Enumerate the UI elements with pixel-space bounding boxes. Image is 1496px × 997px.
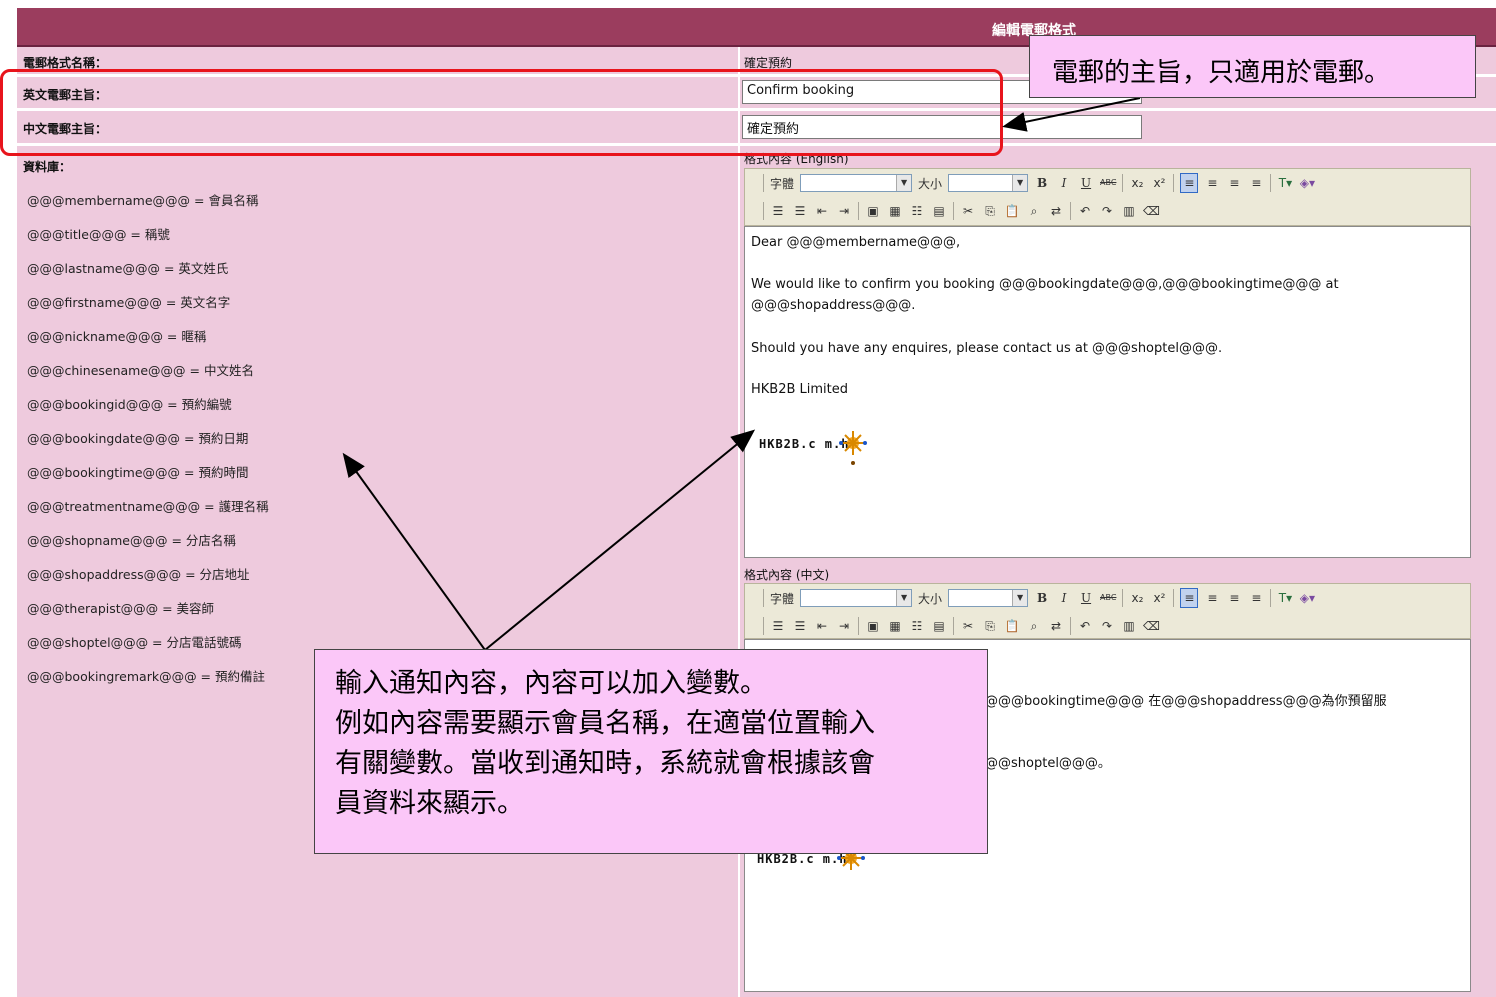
content-callout-line: 有關變數。當收到通知時，系統就會根據該會 <box>335 748 875 779</box>
content-callout-line: 例如內容需要顯示會員名稱，在適當位置輸入 <box>335 708 875 739</box>
subject-callout: 電郵的主旨，只適用於電郵。 <box>1029 35 1476 98</box>
content-callout: 輸入通知內容，內容可以加入變數。 例如內容需要顯示會員名稱，在適當位置輸入 有關… <box>314 649 988 854</box>
subject-callout-text: 電郵的主旨，只適用於電郵。 <box>1052 58 1391 88</box>
content-callout-line: 輸入通知內容，內容可以加入變數。 <box>335 668 767 699</box>
content-callout-line: 員資料來顯示。 <box>335 788 524 819</box>
